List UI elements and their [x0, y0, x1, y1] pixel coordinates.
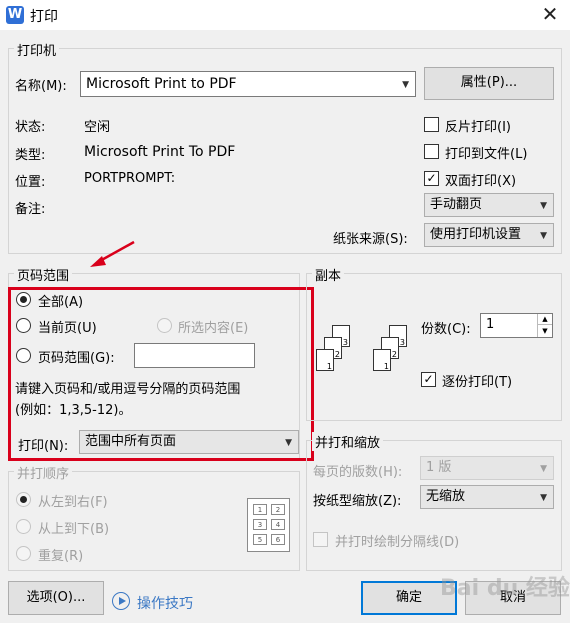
grid-cell: 3	[253, 519, 267, 530]
print-order-group-label: 并打顺序	[14, 463, 73, 482]
duplex-checkbox[interactable]: ✓	[424, 171, 439, 186]
window-title: 打印	[30, 9, 58, 25]
copies-spin-up-icon[interactable]: ▲	[537, 314, 552, 325]
copies-count-label: 份数(C):	[421, 322, 471, 337]
scale-label: 按纸型缩放(Z):	[313, 494, 402, 509]
title-bar	[0, 0, 570, 30]
draw-divider-label[interactable]: 并打时绘制分隔线(D)	[335, 531, 459, 550]
collate-label[interactable]: 逐份打印(T)	[442, 371, 512, 390]
chevron-down-icon: ▼	[540, 493, 547, 503]
collate-stack-2-icon: 3 2 1	[373, 325, 421, 377]
type-value: Microsoft Print To PDF	[84, 144, 236, 160]
copies-group-label: 副本	[312, 265, 345, 284]
annotation-highlight-box	[8, 287, 314, 461]
play-circle-icon[interactable]	[112, 592, 130, 610]
location-value: PORTPROMPT:	[84, 171, 176, 186]
chevron-down-icon: ▼	[540, 231, 547, 241]
tips-link[interactable]: 操作技巧	[137, 593, 193, 613]
duplex-mode-value: 手动翻页	[430, 197, 483, 212]
order-repeat-label[interactable]: 重复(R)	[38, 545, 83, 564]
scale-select[interactable]: 无缩放 ▼	[420, 485, 554, 509]
comment-label: 备注:	[15, 202, 46, 217]
chevron-down-icon: ▼	[402, 80, 409, 90]
chevron-down-icon: ▼	[540, 201, 547, 211]
grid-cell: 6	[271, 534, 285, 545]
print-to-file-label[interactable]: 打印到文件(L)	[445, 143, 527, 162]
scale-value: 无缩放	[426, 489, 466, 504]
paper-source-select[interactable]: 使用打印机设置 ▼	[424, 223, 554, 247]
annotation-arrow-icon	[90, 240, 135, 267]
stack-page: 1	[373, 349, 391, 371]
paper-source-value: 使用打印机设置	[430, 227, 522, 242]
page-order-preview-icon: 1 2 3 4 5 6	[247, 498, 290, 552]
copies-spin-down-icon[interactable]: ▼	[537, 325, 552, 337]
location-label: 位置:	[15, 175, 46, 190]
grid-cell: 4	[271, 519, 285, 530]
wps-app-icon: W	[6, 6, 24, 24]
printer-name-value: Microsoft Print to PDF	[86, 76, 237, 92]
order-left-right-radio[interactable]	[16, 492, 31, 507]
zoom-group-label: 并打和缩放	[312, 432, 384, 451]
printer-group-label: 打印机	[14, 40, 60, 59]
draw-divider-checkbox[interactable]	[313, 532, 328, 547]
options-button[interactable]: 选项(O)...	[8, 581, 104, 615]
collate-checkbox[interactable]: ✓	[421, 372, 436, 387]
printer-name-label: 名称(M):	[15, 79, 67, 94]
pages-per-sheet-label: 每页的版数(H):	[313, 465, 403, 480]
reverse-print-label[interactable]: 反片打印(I)	[445, 116, 511, 135]
checkmark-icon: ✓	[426, 171, 437, 185]
collate-stack-1-icon: 3 2 1	[316, 325, 364, 377]
reverse-print-checkbox[interactable]	[424, 117, 439, 132]
order-top-bottom-radio[interactable]	[16, 519, 31, 534]
order-left-right-label[interactable]: 从左到右(F)	[38, 491, 108, 510]
pages-per-sheet-select[interactable]: 1 版 ▼	[420, 456, 554, 480]
duplex-mode-select[interactable]: 手动翻页 ▼	[424, 193, 554, 217]
grid-cell: 1	[253, 504, 267, 515]
paper-source-label: 纸张来源(S):	[333, 232, 408, 247]
copies-count-value: 1	[486, 317, 495, 332]
properties-button[interactable]: 属性(P)...	[424, 67, 554, 100]
watermark-logo: Bai du 经验	[440, 576, 570, 601]
grid-cell: 2	[271, 504, 285, 515]
printer-name-select[interactable]: Microsoft Print to PDF ▼	[80, 71, 416, 97]
checkmark-icon: ✓	[423, 372, 434, 386]
status-value: 空闲	[84, 120, 111, 135]
type-label: 类型:	[15, 148, 46, 163]
chevron-down-icon: ▼	[540, 464, 547, 474]
grid-cell: 5	[253, 534, 267, 545]
stack-page: 1	[316, 349, 334, 371]
order-top-bottom-label[interactable]: 从上到下(B)	[38, 518, 109, 537]
duplex-label[interactable]: 双面打印(X)	[445, 170, 516, 189]
status-label: 状态:	[15, 120, 46, 135]
page-range-group-label: 页码范围	[14, 265, 73, 284]
close-icon[interactable]: ✕	[538, 2, 562, 26]
order-repeat-radio[interactable]	[16, 546, 31, 561]
pages-per-sheet-value: 1 版	[426, 460, 452, 475]
print-to-file-checkbox[interactable]	[424, 144, 439, 159]
